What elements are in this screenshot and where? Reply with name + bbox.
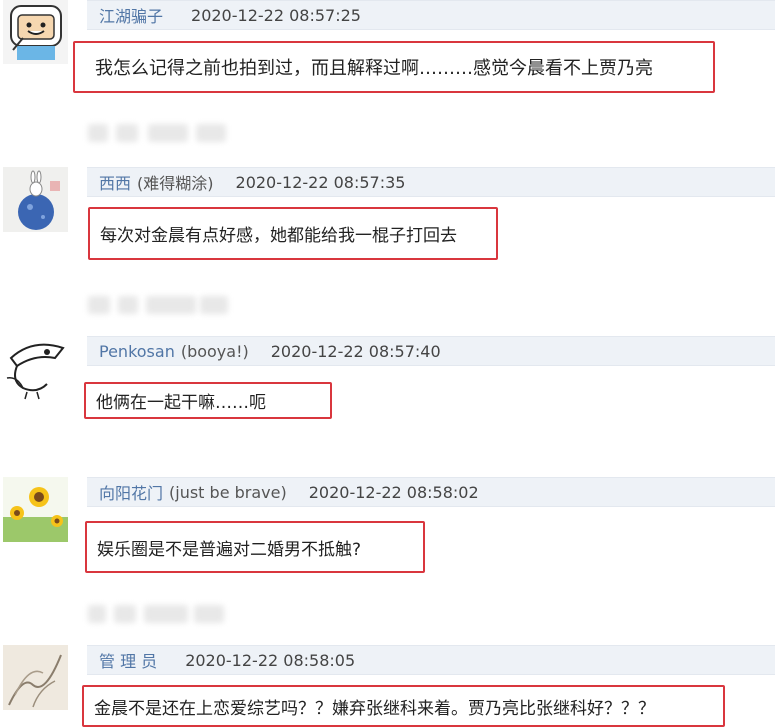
timestamp: 2020-12-22 08:58:02 — [308, 482, 479, 502]
comment-meta: Penkosan (booya!) 2020-12-22 08:57:40 — [87, 336, 775, 366]
comment-text: 金晨不是还在上恋爱综艺吗？？嫌弃张继科来着。贾乃亮比张继科好？？？ — [82, 685, 725, 727]
comment-text: 他俩在一起干嘛……呃 — [84, 382, 332, 419]
timestamp: 2020-12-22 08:57:35 — [235, 172, 406, 192]
author-name[interactable]: Penkosan — [99, 342, 175, 361]
adventure-time-avatar[interactable] — [3, 0, 68, 64]
sketch-bird-avatar[interactable] — [3, 336, 68, 401]
comment-meta: 江湖骗子 2020-12-22 08:57:25 — [87, 0, 775, 30]
comment-meta: 向阳花门 (just be brave) 2020-12-22 08:58:02 — [87, 477, 775, 507]
sunflower-avatar[interactable] — [3, 477, 68, 542]
comment-text: 每次对金晨有点好感，她都能给我一棍子打回去 — [88, 207, 498, 260]
author-tag: (just be brave) — [169, 482, 287, 502]
ink-painting-avatar[interactable] — [3, 645, 68, 710]
comment-text: 我怎么记得之前也拍到过，而且解释过啊………感觉今晨看不上贾乃亮 — [73, 41, 715, 93]
comment-text: 娱乐圈是不是普遍对二婚男不抵触? — [85, 521, 425, 573]
comment-meta: 管 理 员 2020-12-22 08:58:05 — [87, 645, 775, 675]
rabbit-globe-avatar[interactable] — [3, 167, 68, 232]
author-name[interactable]: 西西 — [99, 170, 131, 194]
timestamp: 2020-12-22 08:58:05 — [185, 650, 356, 670]
author-tag: (难得糊涂) — [137, 174, 214, 193]
blurred-content — [88, 605, 228, 623]
comment-meta: 西西 (难得糊涂) 2020-12-22 08:57:35 — [87, 167, 775, 197]
author-name[interactable]: 管 理 员 — [99, 648, 157, 672]
comment-thread: 江湖骗子 2020-12-22 08:57:25 我怎么记得之前也拍到过，而且解… — [0, 0, 775, 728]
blurred-content — [88, 124, 228, 142]
timestamp: 2020-12-22 08:57:25 — [191, 5, 361, 25]
author-tag: (booya!) — [180, 341, 249, 361]
author-name[interactable]: 向阳花门 — [99, 480, 163, 504]
timestamp: 2020-12-22 08:57:40 — [270, 341, 441, 361]
blurred-content — [88, 296, 228, 314]
author-name[interactable]: 江湖骗子 — [99, 3, 163, 27]
